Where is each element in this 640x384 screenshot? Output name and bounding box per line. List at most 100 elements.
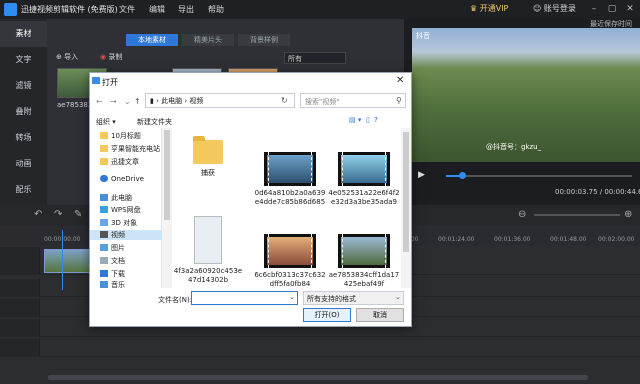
record-button[interactable]: ◉ 录制 — [100, 52, 122, 62]
tab-intros[interactable]: 精美片头 — [182, 34, 234, 46]
rail-item-text[interactable]: 文字 — [0, 47, 47, 73]
nav-item-label: 图片 — [111, 244, 125, 252]
import-icon: ⊕ — [56, 53, 62, 61]
nav-item-documents[interactable]: 文档 — [100, 256, 125, 266]
nav-item-3d[interactable]: 3D 对象 — [100, 218, 137, 228]
file-item[interactable]: ae7853834cff1da17425ebaf49f — [328, 234, 400, 288]
nav-item-folder[interactable]: 10月标题 — [100, 131, 141, 141]
file-item[interactable]: 6c6cbf0313c37c632dff5fa0fb84 — [254, 234, 326, 288]
file-item[interactable]: 4f3a2a60920c453e47d14302b — [172, 216, 244, 284]
view-icon[interactable]: ▤ ▾ — [349, 116, 361, 124]
nav-item-label: 迅捷文章 — [111, 158, 139, 166]
chevron-down-icon[interactable]: ⌄ — [124, 97, 131, 106]
file-type-select[interactable]: 所有支持的格式 — [303, 291, 404, 305]
nav-scroll-thumb[interactable] — [164, 130, 170, 220]
dialog-app-icon — [92, 77, 100, 84]
rail-item-animation[interactable]: 动画 — [0, 151, 47, 177]
chevron-down-icon[interactable]: ⌄ — [395, 293, 401, 301]
zoom-out-icon[interactable]: ⊖ — [518, 209, 526, 220]
text-track-header — [0, 279, 40, 297]
organize-button[interactable]: 组织 ▾ — [96, 117, 116, 127]
new-folder-button[interactable]: 新建文件夹 — [137, 117, 172, 127]
nav-item-folder[interactable]: 迅捷文章 — [100, 157, 139, 167]
search-input[interactable]: 搜索"视频" — [300, 93, 406, 108]
file-name: 捕获 — [201, 169, 215, 177]
preview-pane-icon[interactable]: ▯ — [366, 116, 370, 124]
login-button[interactable]: ☺ 账号登录 — [533, 3, 576, 14]
tab-local-media[interactable]: 本地素材 — [126, 34, 178, 46]
nav-item-onedrive[interactable]: OneDrive — [100, 175, 144, 183]
nav-item-this-pc[interactable]: 此电脑 — [100, 193, 132, 203]
path-this-pc[interactable]: 此电脑 — [161, 97, 182, 105]
content-scroll-thumb[interactable] — [403, 132, 409, 252]
ruler-tick: 00:01:48.00 — [550, 236, 587, 243]
nav-item-label: 下载 — [111, 270, 125, 278]
menu-file[interactable]: 文件 — [119, 4, 135, 15]
nav-item-downloads[interactable]: 下载 — [100, 269, 125, 279]
refresh-icon[interactable]: ↻ — [281, 96, 288, 105]
scrub-handle[interactable] — [459, 172, 466, 179]
nav-item-label: 亨果智能充电站 — [111, 145, 160, 153]
forward-arrow-icon[interactable]: → — [110, 97, 117, 106]
filename-input[interactable] — [191, 291, 298, 305]
zoom-slider[interactable] — [534, 214, 620, 216]
cloud-icon — [100, 175, 108, 182]
video-thumbnail — [337, 152, 391, 186]
nav-item-wps[interactable]: WPS网盘 — [100, 205, 141, 215]
zoom-in-icon[interactable]: ⊕ — [624, 209, 632, 220]
dialog-close-icon[interactable]: ✕ — [396, 75, 404, 86]
dialog-title: 打开 — [102, 78, 118, 87]
tiktok-logo: 抖音 — [416, 32, 430, 40]
video-watermark: @抖音号：gkzu_ — [486, 143, 542, 151]
timeline-scrollbar[interactable] — [48, 375, 588, 380]
path-videos[interactable]: 视频 — [189, 97, 203, 105]
download-icon — [100, 270, 108, 277]
menu-export[interactable]: 导出 — [178, 4, 194, 15]
file-name: ae7853834cff1da17425ebaf49f — [328, 271, 400, 288]
up-arrow-icon[interactable]: ↑ — [134, 97, 141, 106]
import-button[interactable]: ⊕ 导入 — [56, 52, 78, 62]
redo-icon[interactable]: ↷ — [54, 209, 62, 220]
nav-item-videos[interactable]: 视频 — [90, 230, 162, 240]
sort-select[interactable]: 所有 — [284, 52, 346, 64]
menu-edit[interactable]: 编辑 — [149, 4, 165, 15]
nav-item-label: 此电脑 — [111, 194, 132, 202]
back-arrow-icon[interactable]: ← — [96, 97, 103, 106]
minimize-icon[interactable]: – — [588, 3, 600, 15]
playhead[interactable] — [62, 230, 63, 290]
rail-item-music[interactable]: 配乐 — [0, 177, 47, 203]
file-item[interactable]: 4e052531a22e6f4f2e32d3a3be35ada9 — [328, 152, 400, 206]
file-name: 6c6cbf0313c37c632dff5fa0fb84 — [254, 271, 326, 288]
maximize-icon[interactable]: ▢ — [606, 3, 618, 15]
tab-backgrounds[interactable]: 背景样例 — [238, 34, 290, 46]
nav-item-pictures[interactable]: 图片 — [100, 243, 125, 253]
ruler-tick: 00:01:36.00 — [494, 236, 531, 243]
video-folder-icon — [100, 231, 108, 238]
view-options[interactable]: ▤ ▾ ▯ ? — [349, 116, 378, 124]
rail-item-media[interactable]: 素材 — [0, 21, 47, 47]
open-button[interactable]: 打开(O) — [303, 308, 351, 322]
file-item[interactable]: 捕获 — [172, 134, 244, 178]
rail-item-transition[interactable]: 转场 — [0, 125, 47, 151]
rail-item-overlay[interactable]: 叠附 — [0, 99, 47, 125]
file-item[interactable]: 0d64a810b2a0a639e4dde7c85b86d685 — [254, 152, 326, 206]
rail-item-filter[interactable]: 滤镜 — [0, 73, 47, 99]
play-icon[interactable]: ▶ — [418, 170, 425, 180]
ruler-tick: 00:01:24.00 — [438, 236, 475, 243]
nav-item-music[interactable]: 音乐 — [100, 280, 125, 288]
file-name: 4e052531a22e6f4f2e32d3a3be35ada9 — [328, 189, 400, 206]
voice-track-header — [0, 339, 40, 357]
voice-track[interactable] — [0, 339, 640, 357]
scrub-bar[interactable] — [446, 175, 632, 177]
undo-icon[interactable]: ↶ — [34, 209, 42, 220]
timecode: 00:00:03.75 / 00:00:44.60 — [555, 188, 640, 196]
chevron-down-icon[interactable]: ⌄ — [289, 293, 295, 301]
edit-icon[interactable]: ✎ — [74, 209, 82, 220]
cancel-button[interactable]: 取消 — [356, 308, 404, 322]
file-name: 0d64a810b2a0a639e4dde7c85b86d685 — [254, 189, 326, 206]
close-icon[interactable]: ✕ — [624, 3, 636, 15]
nav-item-folder[interactable]: 亨果智能充电站 — [100, 144, 160, 154]
vip-button[interactable]: ♛ 开通VIP — [470, 3, 508, 14]
help-icon[interactable]: ? — [374, 116, 378, 124]
menu-help[interactable]: 帮助 — [208, 4, 224, 15]
